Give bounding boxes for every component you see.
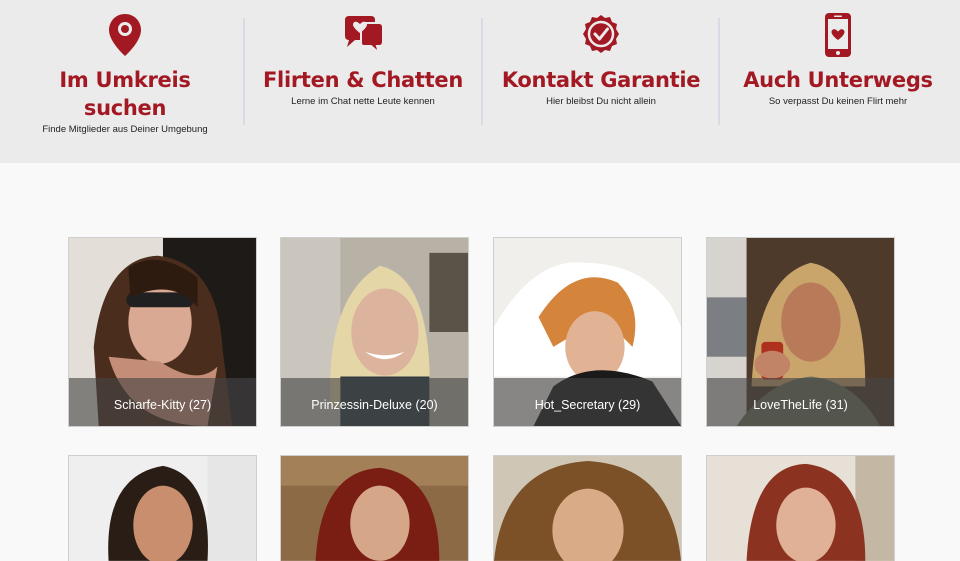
profile-card[interactable] (280, 455, 469, 561)
profile-card[interactable] (68, 455, 257, 561)
feature-flirt-chat[interactable]: Flirten & Chatten Lerne im Chat nette Le… (243, 0, 483, 163)
feature-mobile[interactable]: Auch Unterwegs So verpasst Du keinen Fli… (718, 0, 958, 163)
feature-title: Kontakt Garantie (501, 68, 701, 92)
profile-name: Prinzessin-Deluxe (20) (281, 378, 468, 426)
profile-photo (281, 456, 468, 561)
profile-photo (69, 456, 256, 561)
profile-card[interactable]: Prinzessin-Deluxe (20) (280, 237, 469, 427)
feature-contact-guarantee[interactable]: Kontakt Garantie Hier bleibst Du nicht a… (481, 0, 721, 163)
map-pin-icon (109, 14, 141, 56)
feature-title: Im Umkreis suchen (5, 66, 245, 122)
profile-photo (707, 456, 894, 561)
profile-card[interactable]: LoveTheLife (31) (706, 237, 895, 427)
profile-card[interactable]: Hot_Secretary (29) (493, 237, 682, 427)
feature-title-line: Im Umkreis (59, 68, 191, 92)
feature-subtitle: So verpasst Du keinen Flirt mehr (768, 96, 908, 107)
profile-card[interactable] (706, 455, 895, 561)
chat-heart-icon (345, 16, 384, 56)
profile-name: Scharfe-Kitty (27) (69, 378, 256, 426)
profile-name: LoveTheLife (31) (707, 378, 894, 426)
profile-grid: Scharfe-Kitty (27) Prinzessin-Deluxe (20… (0, 163, 960, 561)
features-bar: Im Umkreis suchen Finde Mitglieder aus D… (0, 0, 960, 163)
feature-title: Auch Unterwegs (743, 68, 933, 92)
feature-subtitle: Lerne im Chat nette Leute kennen (291, 96, 435, 107)
feature-title-line: suchen (83, 96, 167, 120)
verified-badge-icon (583, 15, 619, 53)
feature-search-nearby[interactable]: Im Umkreis suchen Finde Mitglieder aus D… (5, 0, 245, 163)
profile-photo (494, 456, 681, 561)
phone-heart-icon (825, 13, 851, 57)
feature-title: Flirten & Chatten (263, 68, 463, 92)
feature-subtitle: Finde Mitglieder aus Deiner Umgebung (42, 124, 208, 135)
profile-card[interactable]: Scharfe-Kitty (27) (68, 237, 257, 427)
profile-name: Hot_Secretary (29) (494, 378, 681, 426)
profile-card[interactable] (493, 455, 682, 561)
feature-subtitle: Hier bleibst Du nicht allein (546, 96, 656, 107)
